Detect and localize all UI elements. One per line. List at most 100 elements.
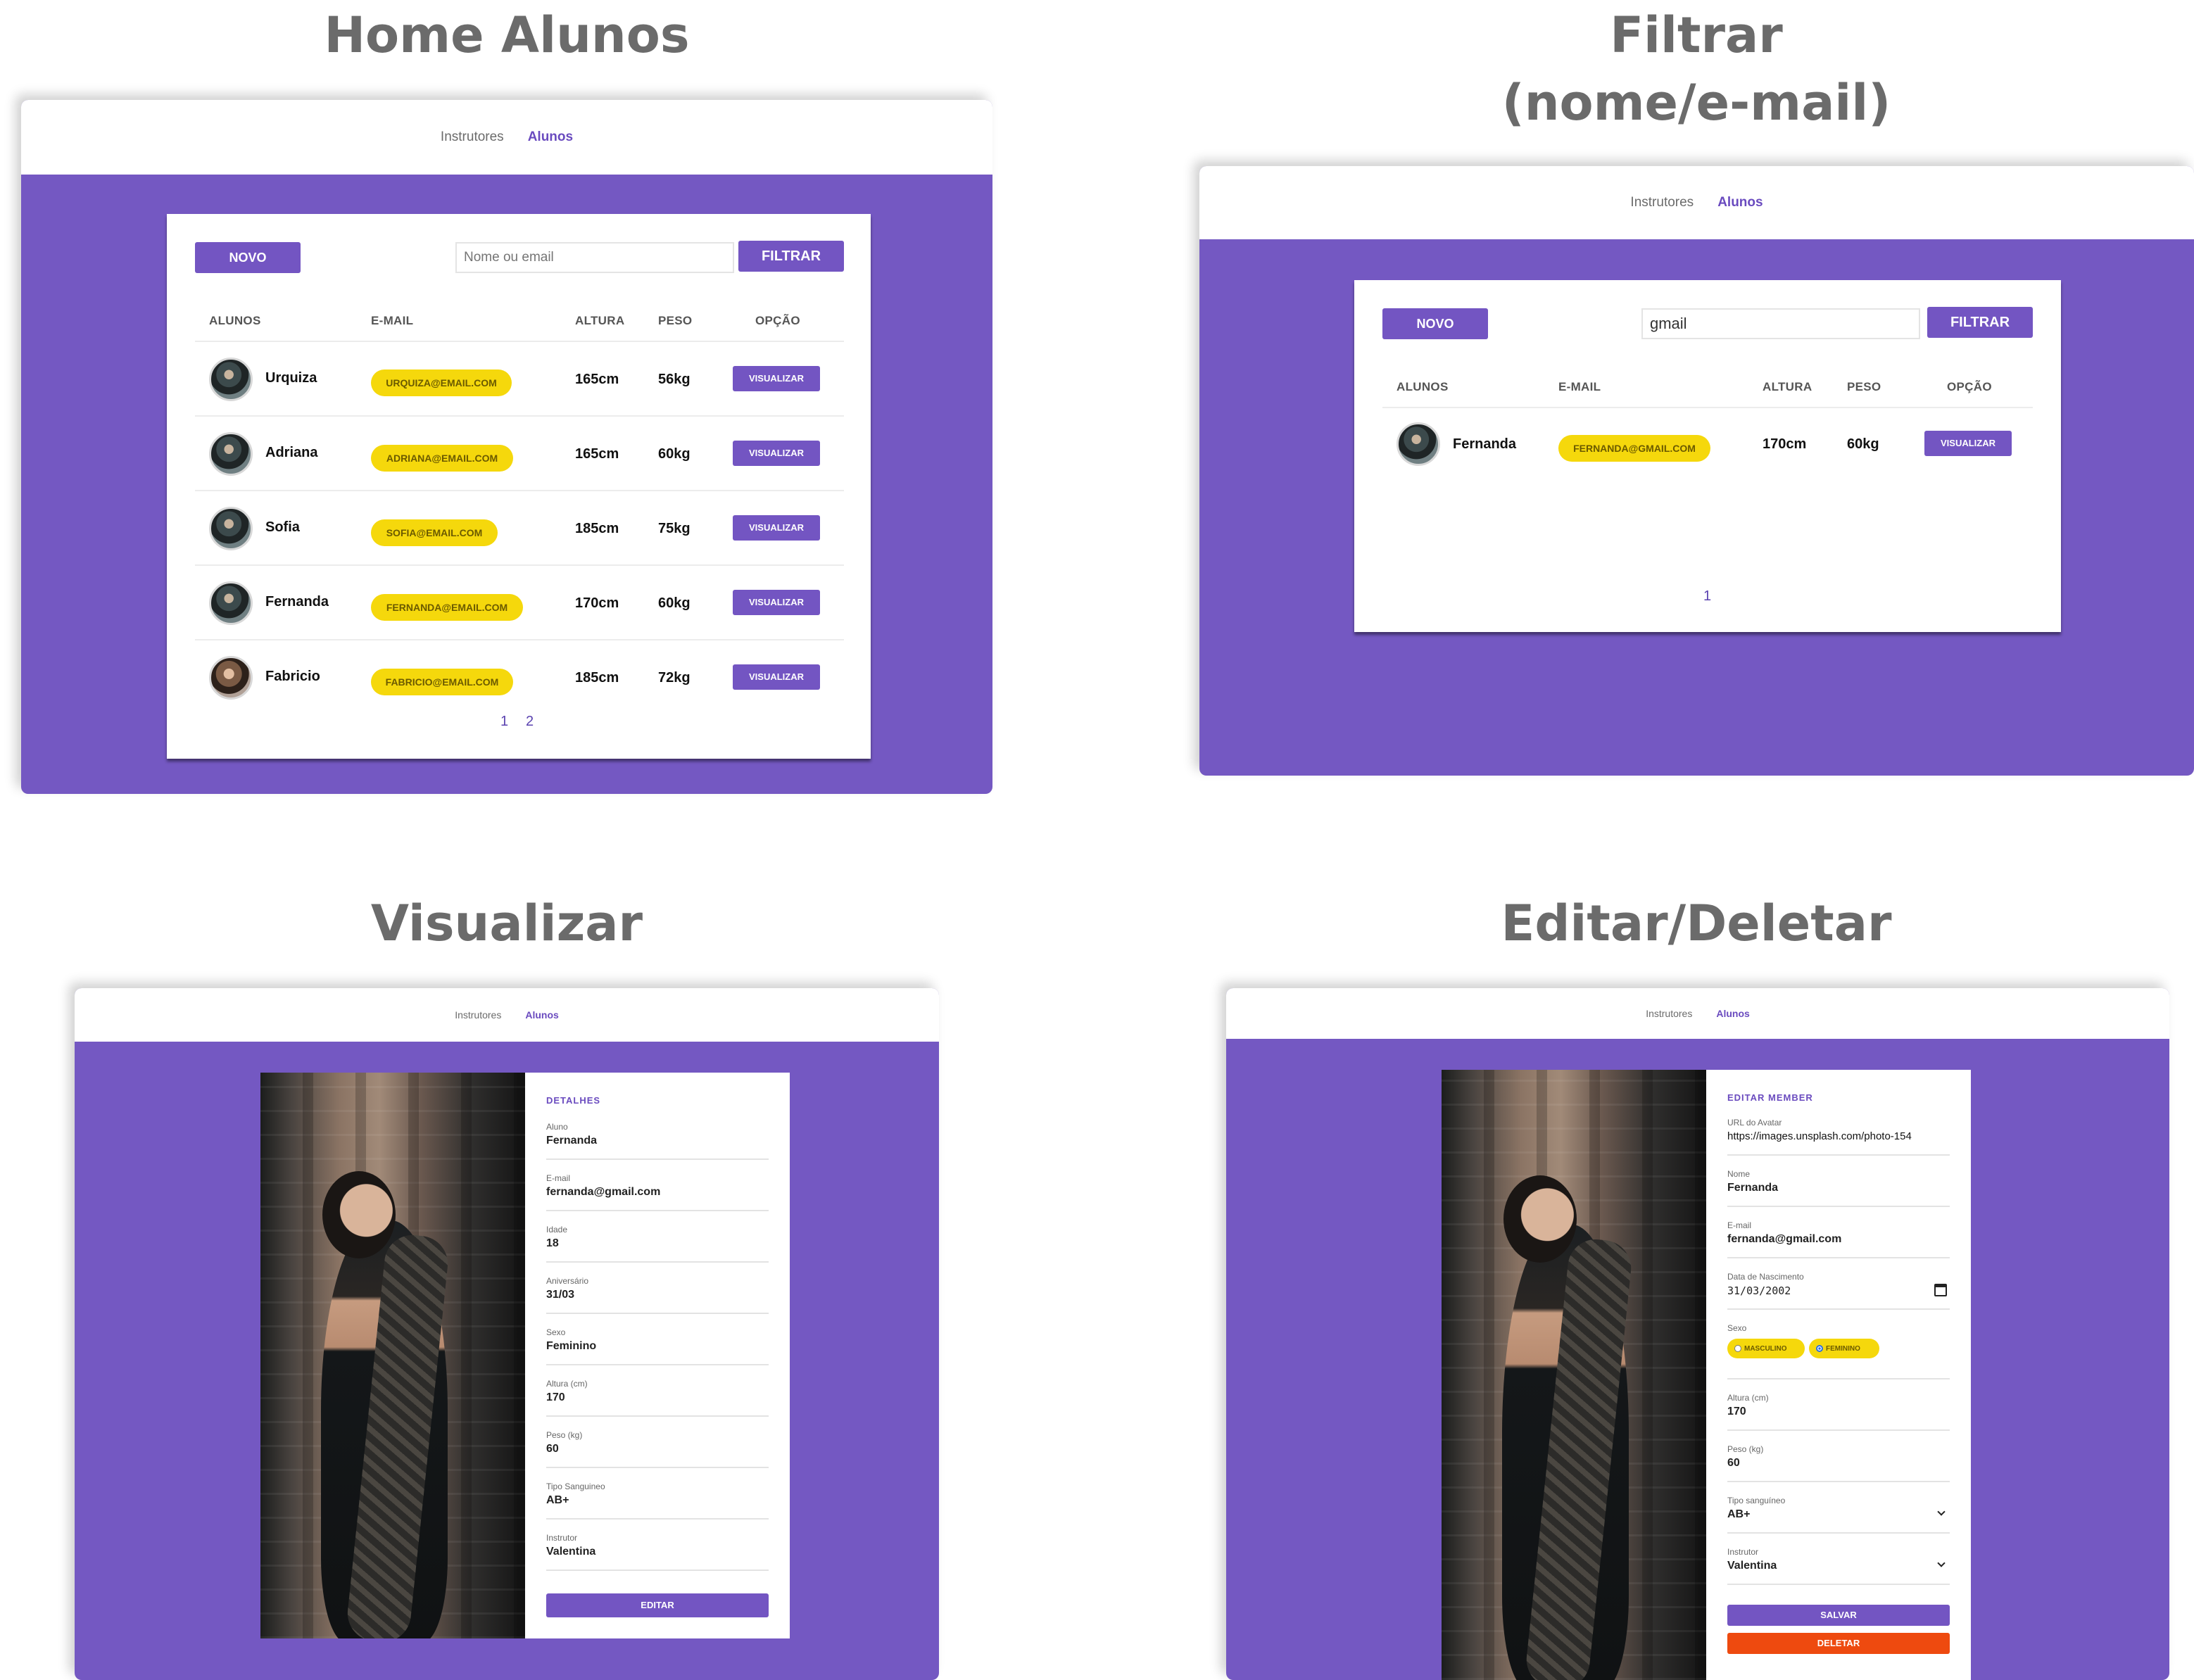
nav-instrutores[interactable]: Instrutores	[1646, 1008, 1692, 1019]
field-label: Sexo	[546, 1327, 566, 1337]
student-name: Urquiza	[265, 370, 317, 386]
pagination-page-2[interactable]: 2	[526, 714, 534, 730]
instrutor-select[interactable]: Valentina	[1727, 1560, 1777, 1572]
avatar	[209, 507, 253, 550]
field-divider	[546, 1518, 769, 1520]
search-input[interactable]	[455, 242, 734, 273]
student-photo	[1442, 1070, 1706, 1680]
chevron-down-icon[interactable]	[1937, 1508, 1946, 1516]
student-name: Fernanda	[1453, 436, 1517, 452]
row-divider	[195, 490, 844, 491]
search-input[interactable]: gmail	[1641, 308, 1920, 339]
home-window: Instrutores Alunos NOVO FILTRAR ALUNOS E…	[21, 100, 992, 794]
altura-value: 165cm	[575, 446, 619, 462]
col-header-email: E-MAIL	[1558, 380, 1601, 393]
altura-value: 170cm	[1763, 436, 1807, 452]
field-value: 170	[546, 1391, 565, 1403]
chevron-down-icon[interactable]	[1937, 1559, 1946, 1567]
field-label: Tipo Sanguineo	[546, 1482, 605, 1491]
novo-button[interactable]: NOVO	[1382, 308, 1488, 339]
sexo-label: Sexo	[1727, 1323, 1747, 1333]
field-divider	[546, 1158, 769, 1160]
filtrar-button[interactable]: FILTRAR	[738, 241, 844, 272]
altura-input[interactable]: 170	[1727, 1406, 1746, 1418]
altura-value: 185cm	[575, 521, 619, 536]
col-header-peso: PESO	[1847, 380, 1881, 393]
tipo-sanguineo-select[interactable]: AB+	[1727, 1508, 1750, 1521]
peso-value: 75kg	[658, 521, 691, 536]
col-header-peso: PESO	[658, 314, 693, 327]
peso-value: 60kg	[658, 446, 691, 462]
sexo-masculino-label: MASCULINO	[1744, 1344, 1787, 1353]
tipo-sanguineo-label: Tipo sanguíneo	[1727, 1496, 1786, 1505]
altura-value: 170cm	[575, 595, 619, 611]
field-value: fernanda@gmail.com	[546, 1186, 661, 1198]
visualizar-button[interactable]: VISUALIZAR	[733, 366, 820, 391]
header-divider	[1382, 407, 2033, 408]
sexo-masculino-radio[interactable]: MASCULINO	[1727, 1339, 1805, 1358]
editar-button[interactable]: EDITAR	[546, 1593, 769, 1617]
email-badge: URQUIZA@EMAIL.COM	[371, 370, 512, 396]
field-value: Feminino	[546, 1340, 597, 1352]
panel-title-home: Home Alunos	[324, 6, 690, 64]
nav-alunos[interactable]: Alunos	[528, 130, 573, 145]
nome-input[interactable]: Fernanda	[1727, 1182, 1778, 1194]
avatar	[209, 432, 253, 476]
photo-head	[1503, 1175, 1577, 1263]
visualizar-window: Instrutores Alunos DETALHES Aluno Fernan…	[75, 988, 939, 1680]
top-nav: Instrutores Alunos	[1226, 988, 2169, 1039]
radio-on-icon	[1816, 1345, 1823, 1352]
nav-instrutores[interactable]: Instrutores	[455, 1009, 501, 1021]
salvar-button[interactable]: SALVAR	[1727, 1605, 1950, 1626]
panel-title-editar: Editar/Deletar	[1501, 895, 1892, 952]
nav-alunos[interactable]: Alunos	[1717, 195, 1763, 210]
nav-alunos[interactable]: Alunos	[1716, 1008, 1749, 1019]
visualizar-button[interactable]: VISUALIZAR	[733, 664, 820, 690]
field-value: Valentina	[546, 1546, 596, 1558]
student-name: Fabricio	[265, 669, 320, 684]
pagination-page-1[interactable]: 1	[1703, 588, 1711, 605]
top-nav: Instrutores Alunos	[1199, 166, 2194, 239]
col-header-altura: ALTURA	[575, 314, 625, 327]
visualizar-button[interactable]: VISUALIZAR	[733, 441, 820, 466]
field-divider	[1727, 1154, 1950, 1156]
visualizar-button[interactable]: VISUALIZAR	[1924, 431, 2012, 456]
avatar	[209, 581, 253, 625]
field-label: Altura (cm)	[546, 1379, 588, 1389]
panel-title-visualizar: Visualizar	[370, 895, 643, 952]
avatar-url-input[interactable]: https://images.unsplash.com/photo-154	[1727, 1130, 1950, 1142]
nascimento-input[interactable]: 31/03/2002	[1727, 1284, 1791, 1297]
radio-off-icon	[1734, 1345, 1741, 1352]
sexo-feminino-radio[interactable]: FEMININO	[1809, 1339, 1879, 1358]
top-nav: Instrutores Alunos	[21, 100, 992, 175]
novo-button[interactable]: NOVO	[195, 242, 301, 273]
field-divider	[1727, 1257, 1950, 1258]
row-divider	[195, 564, 844, 566]
photo-head	[322, 1171, 396, 1258]
nav-instrutores[interactable]: Instrutores	[1630, 195, 1694, 210]
visualizar-button[interactable]: VISUALIZAR	[733, 590, 820, 615]
deletar-button[interactable]: DELETAR	[1727, 1633, 1950, 1654]
peso-input[interactable]: 60	[1727, 1457, 1740, 1470]
avatar	[1397, 422, 1440, 466]
field-label: Aluno	[546, 1122, 568, 1132]
pagination-page-1[interactable]: 1	[500, 714, 508, 730]
field-value: 31/03	[546, 1289, 575, 1301]
field-divider	[546, 1570, 769, 1571]
student-name: Fernanda	[265, 594, 329, 610]
field-divider	[546, 1261, 769, 1263]
panel-title-filtrar: Filtrar	[1610, 6, 1783, 64]
col-header-altura: ALTURA	[1763, 380, 1812, 393]
col-header-email: E-MAIL	[371, 314, 414, 327]
nav-alunos[interactable]: Alunos	[525, 1009, 558, 1021]
visualizar-button[interactable]: VISUALIZAR	[733, 515, 820, 541]
nav-instrutores[interactable]: Instrutores	[441, 130, 504, 145]
email-label: E-mail	[1727, 1220, 1752, 1230]
sexo-feminino-label: FEMININO	[1826, 1344, 1860, 1353]
avatar	[209, 358, 253, 401]
filtrar-button[interactable]: FILTRAR	[1927, 307, 2033, 338]
field-divider	[1727, 1429, 1950, 1431]
email-input[interactable]: fernanda@gmail.com	[1727, 1233, 1841, 1246]
header-divider	[195, 341, 844, 342]
calendar-icon[interactable]	[1934, 1284, 1947, 1296]
